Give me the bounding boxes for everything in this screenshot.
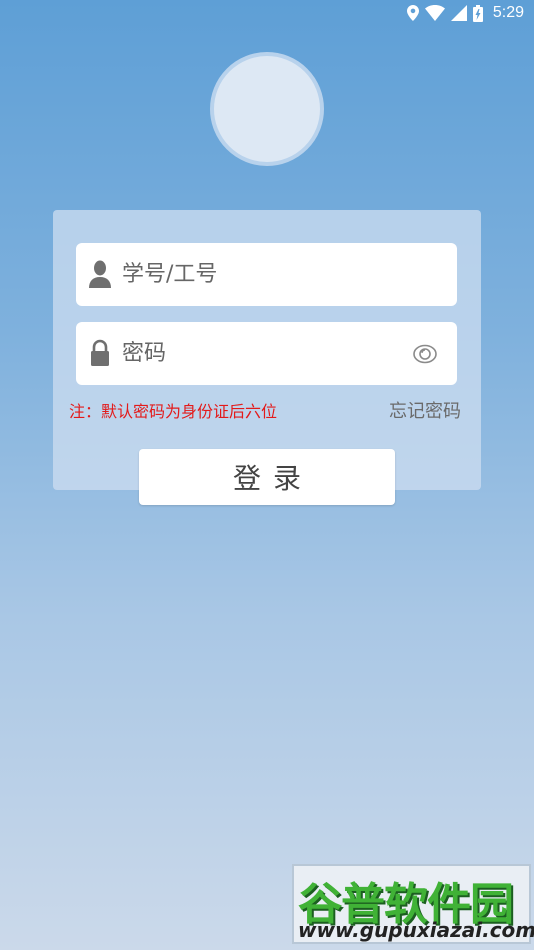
username-input[interactable] (122, 243, 402, 306)
password-input[interactable] (122, 322, 402, 385)
password-field[interactable] (76, 322, 457, 385)
forgot-password-link[interactable]: 忘记密码 (389, 397, 461, 423)
watermark-url: www.gupuxiazai.com (298, 918, 534, 942)
wifi-icon (424, 5, 445, 21)
login-card: 注：默认密码为身份证后六位 忘记密码 (53, 210, 481, 490)
user-icon (89, 260, 111, 288)
login-button[interactable]: 登录 (139, 449, 395, 505)
location-icon (406, 5, 419, 21)
battery-icon (472, 4, 483, 22)
status-time: 5:29 (492, 4, 524, 21)
username-field[interactable] (76, 243, 457, 306)
eye-icon[interactable] (413, 343, 437, 365)
avatar (210, 52, 324, 166)
lock-icon (91, 339, 109, 366)
signal-icon (450, 5, 467, 21)
watermark-logo: 谷普软件园 www.gupuxiazai.com (292, 864, 534, 944)
default-password-note: 注：默认密码为身份证后六位 (69, 402, 278, 421)
status-bar: 5:29 (0, 0, 534, 28)
status-icons: 5:29 (406, 4, 524, 22)
